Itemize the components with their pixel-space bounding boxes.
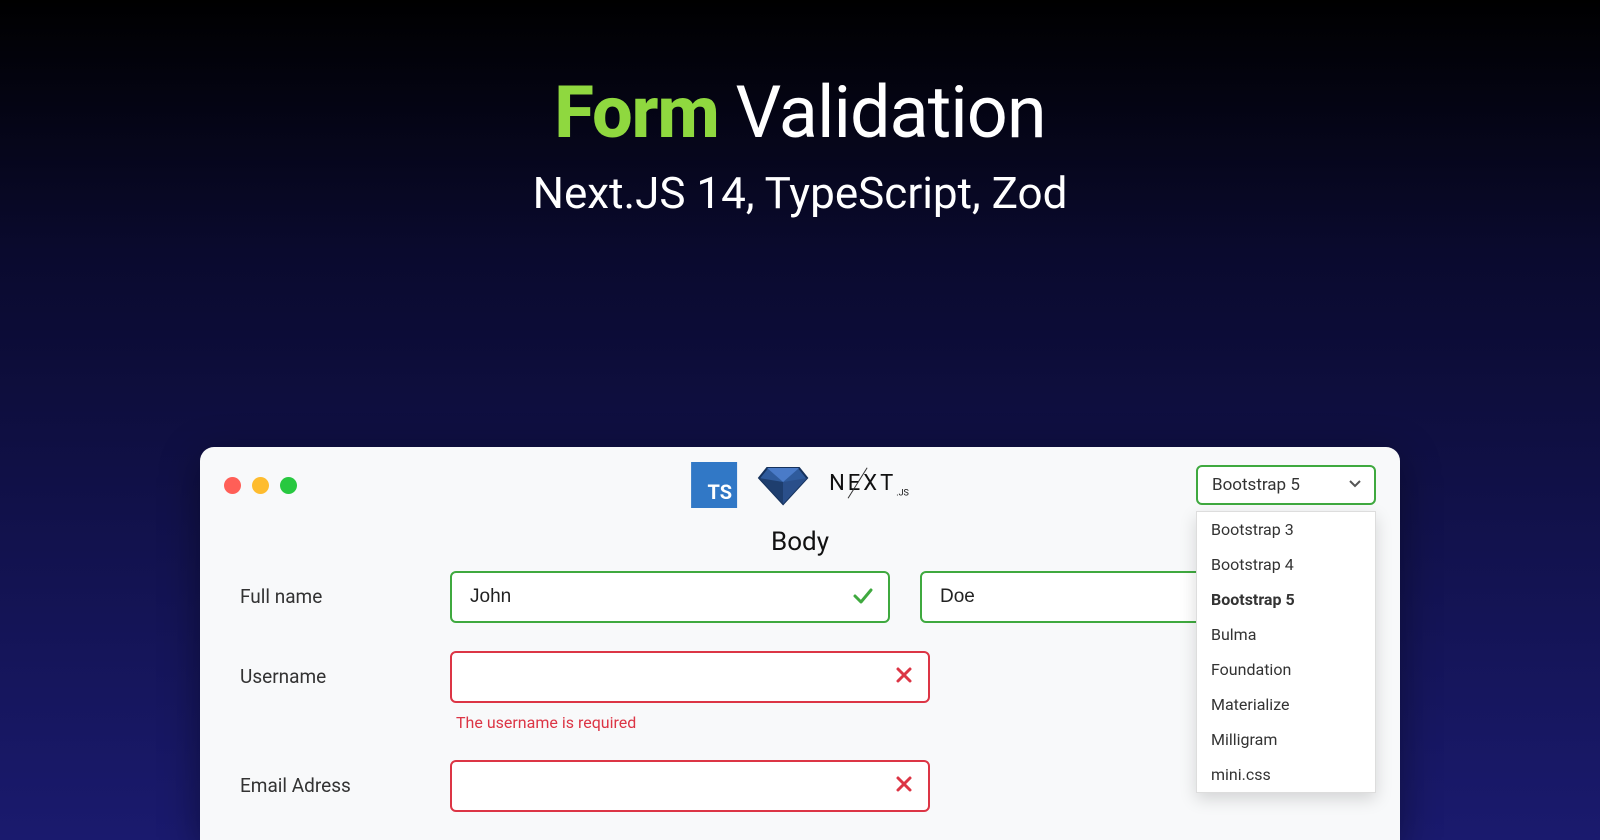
maximize-icon[interactable] [280, 477, 297, 494]
framework-option[interactable]: Bulma [1197, 617, 1375, 652]
close-icon[interactable] [224, 477, 241, 494]
page-title: Form Validation [0, 70, 1600, 155]
nextjs-icon: NEXT.JS [829, 471, 909, 498]
username-row: Username The username is required [240, 651, 1360, 732]
zod-icon [757, 464, 809, 506]
hero-title-block: Form Validation Next.JS 14, TypeScript, … [0, 0, 1600, 219]
app-window: TS NEXT.JS Bootstrap 5 Bootstrap 3 [200, 447, 1400, 840]
framework-option[interactable]: Bootstrap 5 [1197, 582, 1375, 617]
framework-option[interactable]: Bootstrap 3 [1197, 512, 1375, 547]
window-traffic-lights [224, 477, 297, 494]
framework-select-trigger[interactable]: Bootstrap 5 [1196, 465, 1376, 505]
title-rest: Validation [736, 70, 1046, 155]
email-row: Email Adress [240, 760, 1360, 812]
framework-option[interactable]: Foundation [1197, 652, 1375, 687]
window-titlebar: TS NEXT.JS Bootstrap 5 Bootstrap 3 [200, 447, 1400, 519]
error-icon [894, 774, 914, 800]
first-name-field [450, 571, 890, 623]
framework-dropdown[interactable]: Bootstrap 5 Bootstrap 3Bootstrap 4Bootst… [1196, 465, 1376, 505]
framework-option[interactable]: Bootstrap 4 [1197, 547, 1375, 582]
framework-option[interactable]: mini.css [1197, 757, 1375, 792]
error-icon [894, 665, 914, 691]
fullname-row: Full name [240, 571, 1360, 623]
framework-dropdown-menu: Bootstrap 3Bootstrap 4Bootstrap 5BulmaFo… [1196, 511, 1376, 793]
minimize-icon[interactable] [252, 477, 269, 494]
logo-row: TS NEXT.JS [691, 462, 909, 508]
email-input[interactable] [450, 760, 930, 812]
check-icon [852, 585, 874, 613]
framework-option[interactable]: Milligram [1197, 722, 1375, 757]
fullname-label: Full name [240, 571, 420, 608]
email-label: Email Adress [240, 760, 420, 797]
username-error: The username is required [450, 713, 930, 732]
typescript-icon: TS [691, 462, 737, 508]
chevron-down-icon [1348, 475, 1362, 495]
username-input[interactable] [450, 651, 930, 703]
title-highlight: Form [554, 70, 718, 155]
first-name-input[interactable] [450, 571, 890, 623]
framework-option[interactable]: Materialize [1197, 687, 1375, 722]
framework-selected-value: Bootstrap 5 [1212, 475, 1300, 495]
subtitle: Next.JS 14, TypeScript, Zod [0, 167, 1600, 219]
username-label: Username [240, 651, 420, 688]
